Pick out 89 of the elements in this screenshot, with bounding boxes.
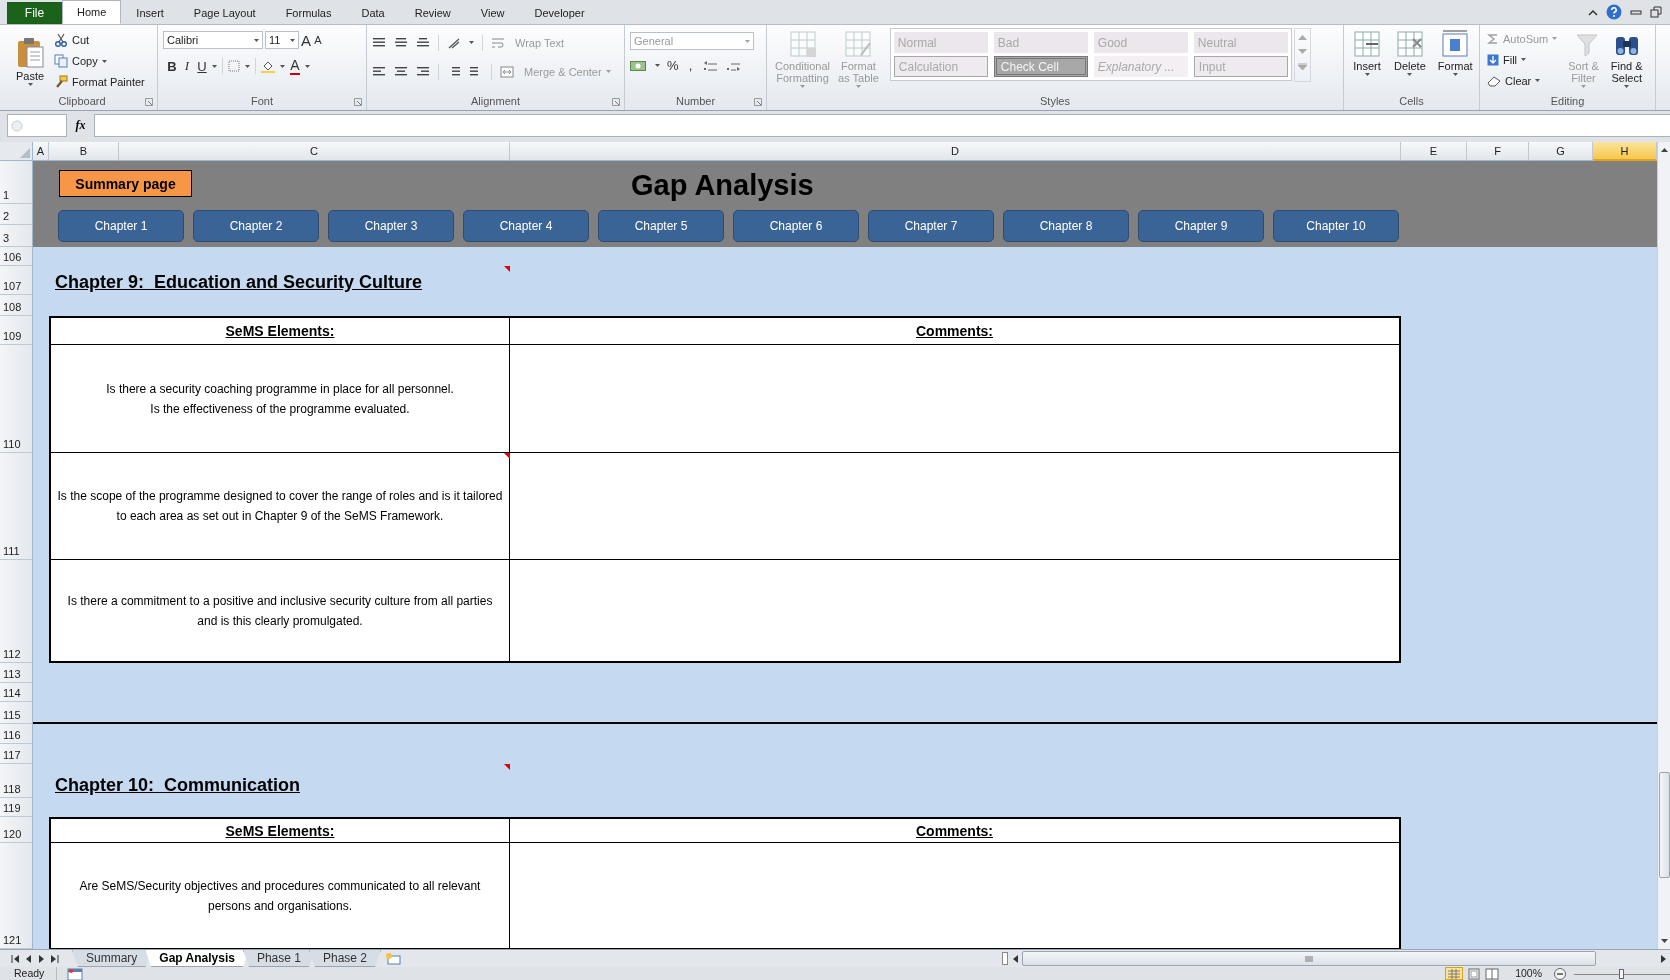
row-header[interactable]: 117 [0, 744, 33, 764]
column-header[interactable]: G [1529, 142, 1593, 161]
insert-function-button[interactable]: fx [67, 114, 94, 137]
chapter-button[interactable]: Chapter 5 [598, 210, 724, 242]
row-header[interactable]: 107 [0, 266, 33, 295]
section-heading: Chapter 9: Education and Security Culture [55, 272, 423, 293]
format-button[interactable]: Format [1434, 28, 1476, 77]
ribbon-tab[interactable]: Insert [121, 2, 179, 24]
row-header[interactable]: 108 [0, 295, 33, 316]
ribbon-tab[interactable]: Developer [519, 2, 600, 24]
ribbon-tab[interactable]: Formulas [270, 2, 347, 24]
group-label: Font [251, 95, 273, 107]
sheet-title: Gap Analysis [631, 169, 814, 202]
row-header[interactable]: 109 [0, 316, 33, 345]
bold-button[interactable]: B [167, 58, 177, 74]
comma-button[interactable]: , [685, 58, 696, 73]
chapter-button[interactable]: Chapter 9 [1138, 210, 1264, 242]
column-header[interactable]: E [1401, 142, 1467, 161]
row-header[interactable]: 3 [0, 225, 33, 247]
cut-button[interactable]: Cut [52, 29, 147, 51]
table-cell: Is the scope of the programme designed to cover the range of roles and is it tailored to each area as set out in Chapter 9 of the SeMS Framework. [49, 453, 510, 560]
table-cell: Are SeMS/Security objectives and procedures communicated to all relevant persons and organisations. [49, 843, 510, 949]
font-color-button[interactable]: A [290, 57, 300, 75]
column-header[interactable]: C [119, 142, 510, 161]
underline-button[interactable]: U [197, 58, 207, 74]
row-header[interactable]: 115 [0, 702, 33, 724]
status-text: Ready [14, 967, 45, 980]
grow-font-button[interactable]: A [301, 31, 311, 49]
column-header[interactable]: H [1593, 142, 1657, 161]
row-header[interactable]: 2 [0, 204, 33, 225]
summary-page-button[interactable]: Summary page [59, 170, 192, 197]
row-header[interactable]: 121 [0, 843, 33, 949]
table-cell: Is there a security coaching programme in place for all personnel. Is the effectiveness of the programme evaluated. [49, 345, 510, 453]
format-painter-button[interactable]: Format Painter [52, 71, 147, 93]
table-header: SeMS Elements: [49, 316, 510, 345]
row-header[interactable]: 116 [0, 724, 33, 744]
column-header[interactable]: D [510, 142, 1401, 161]
insert-button[interactable]: Insert [1349, 28, 1385, 77]
group-label: Editing [1550, 95, 1585, 107]
row-header[interactable]: 119 [0, 798, 33, 817]
table-cell: Is there a commitment to a positive and inclusive security culture from all parties and is this clearly promulgated. [49, 560, 510, 663]
row-header[interactable]: 111 [0, 453, 33, 560]
group-label: Alignment [471, 95, 520, 107]
percent-button[interactable]: % [667, 58, 679, 73]
clear-button[interactable]: Clear [1485, 70, 1560, 91]
group-label: Cells [1399, 95, 1424, 107]
font-size-field[interactable]: 11 [265, 31, 299, 49]
shrink-font-button[interactable]: A [313, 34, 323, 46]
zoom-level-text[interactable]: 100% [1503, 967, 1550, 980]
chapter-button[interactable]: Chapter 10 [1273, 210, 1399, 242]
file-tab[interactable]: File [7, 2, 62, 24]
chapter-button[interactable]: Chapter 7 [868, 210, 994, 242]
ribbon-tab[interactable]: Review [399, 2, 466, 24]
row-header[interactable]: 120 [0, 817, 33, 843]
delete-button[interactable]: Delete [1391, 28, 1429, 77]
paste-button[interactable]: Paste [12, 35, 48, 87]
ribbon-tab[interactable]: View [465, 2, 520, 24]
fill-button[interactable]: Fill [1485, 49, 1560, 70]
row-header[interactable]: 114 [0, 683, 33, 702]
chapter-button[interactable]: Chapter 1 [58, 210, 184, 242]
group-label: Clipboard [58, 95, 106, 107]
section-heading: Chapter 10: Communication [55, 775, 301, 796]
chapter-button[interactable]: Chapter 4 [463, 210, 589, 242]
table-header: SeMS Elements: [49, 817, 510, 843]
row-header[interactable]: 112 [0, 560, 33, 663]
table-header: Comments: [510, 817, 1401, 843]
row-header[interactable]: 118 [0, 764, 33, 798]
row-header[interactable]: 113 [0, 663, 33, 683]
row-header[interactable]: 1 [0, 161, 33, 204]
chapter-button[interactable]: Chapter 8 [1003, 210, 1129, 242]
group-label: Styles [1040, 95, 1070, 107]
chapter-button[interactable]: Chapter 3 [328, 210, 454, 242]
column-header[interactable]: A [33, 142, 49, 161]
table-header: Comments: [510, 316, 1401, 345]
row-header[interactable]: 106 [0, 247, 33, 266]
ribbon-tab[interactable]: Data [346, 2, 400, 24]
row-header[interactable]: 110 [0, 345, 33, 453]
column-header[interactable]: B [49, 142, 119, 161]
ribbon-tab[interactable]: Page Layout [178, 2, 271, 24]
chapter-button[interactable]: Chapter 2 [193, 210, 319, 242]
chapter-button[interactable]: Chapter 6 [733, 210, 859, 242]
italic-button[interactable]: I [182, 58, 192, 74]
group-label: Number [675, 95, 716, 107]
copy-button[interactable]: Copy [52, 50, 147, 72]
font-name-field[interactable]: Calibri [163, 31, 263, 49]
ribbon-tab[interactable]: Home [62, 0, 122, 24]
sheet-tab[interactable]: Phase 2 [309, 950, 382, 967]
find-select-button[interactable]: Find & Select [1607, 28, 1646, 89]
column-header[interactable]: F [1467, 142, 1529, 161]
